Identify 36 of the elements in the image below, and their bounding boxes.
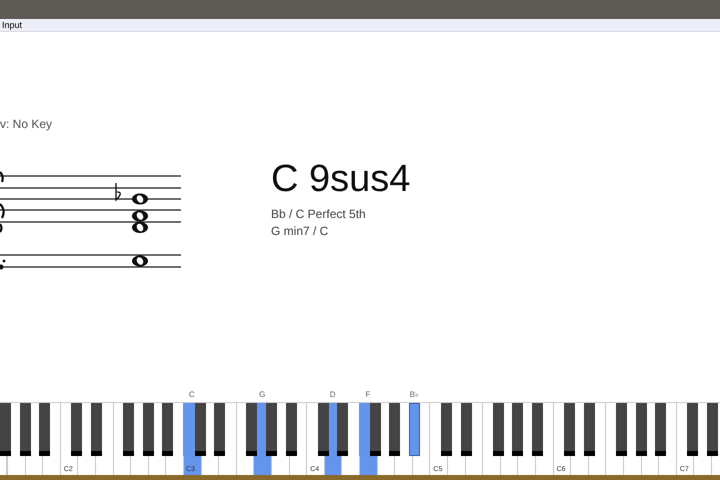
note-label: C (188, 390, 195, 400)
sharp-key[interactable] (408, 403, 420, 456)
alternative-chord-name: Bb / C Perfect 5th (271, 206, 367, 223)
sharp-key[interactable] (214, 403, 226, 456)
sharp-key[interactable] (370, 403, 381, 456)
sharp-key[interactable] (39, 403, 50, 456)
note-label: B♭ (410, 390, 419, 400)
sharp-key[interactable] (655, 403, 666, 456)
key-signature-label: v: No Key (0, 116, 52, 133)
sharp-key[interactable] (337, 403, 348, 456)
sharp-key[interactable] (492, 403, 504, 456)
sharp-key[interactable] (636, 403, 647, 456)
sharp-key[interactable] (20, 403, 31, 456)
sharp-key[interactable] (389, 403, 400, 456)
alternative-chord-name: G min7 / C (271, 223, 330, 240)
note-label: G (259, 390, 266, 400)
chord-name: C 9sus4 (271, 157, 410, 202)
sharp-key[interactable] (286, 403, 297, 456)
sharp-key[interactable] (460, 403, 472, 456)
sharp-key[interactable] (318, 403, 329, 456)
sharp-key[interactable] (564, 403, 576, 456)
sharp-key[interactable] (71, 403, 82, 456)
note-label: D (330, 390, 336, 400)
piano-key[interactable] (359, 403, 377, 475)
input-tab[interactable]: Input (0, 20, 22, 30)
piano-key[interactable] (324, 403, 342, 475)
sharp-key[interactable] (123, 403, 134, 456)
sharp-key[interactable] (584, 403, 595, 456)
sharp-key[interactable] (162, 403, 174, 456)
sharp-key[interactable] (246, 403, 258, 456)
sharp-key[interactable] (687, 403, 698, 456)
sharp-key[interactable] (142, 403, 154, 456)
sharp-key[interactable] (194, 403, 206, 456)
piano-key[interactable] (253, 403, 271, 475)
note-label: F (365, 390, 370, 400)
sharp-key[interactable] (512, 403, 524, 456)
